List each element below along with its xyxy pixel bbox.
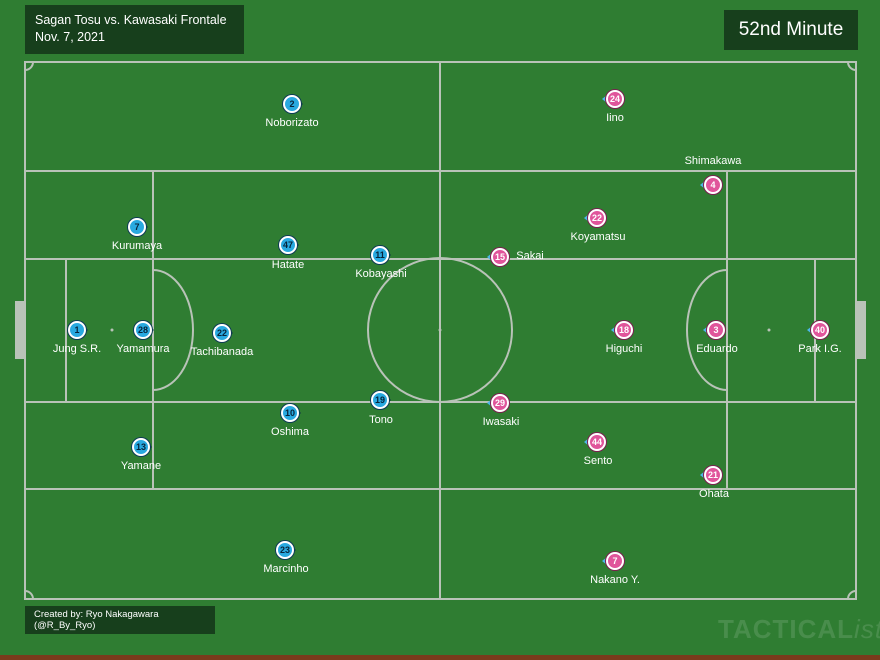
away-player-name: Shimakawa xyxy=(684,155,742,167)
bottom-strip xyxy=(0,655,880,660)
credit-box: Created by: Ryo Nakagawara (@R_By_Ryo) xyxy=(25,606,215,634)
home-player-number: 19 xyxy=(371,391,389,409)
home-player-name: Jung S.R. xyxy=(52,343,102,355)
home-player-number: 23 xyxy=(276,541,294,559)
match-minute-badge: 52nd Minute xyxy=(724,10,858,50)
away-player-number: 24 xyxy=(606,90,624,108)
home-player-number: 47 xyxy=(279,236,297,254)
home-player-name: Oshima xyxy=(271,426,309,438)
away-player-name: Higuchi xyxy=(605,343,643,355)
home-player-name: Kobayashi xyxy=(355,268,407,280)
home-player-number: 7 xyxy=(128,218,146,236)
home-player-name: Marcinho xyxy=(263,563,309,575)
home-player-name: Noborizato xyxy=(265,117,319,129)
away-player-number: 3 xyxy=(707,321,725,339)
home-player-number: 1 xyxy=(68,321,86,339)
home-player-name: Yamamura xyxy=(116,343,170,355)
football-pitch xyxy=(15,61,866,600)
home-player-number: 28 xyxy=(134,321,152,339)
home-player-name: Yamane xyxy=(120,460,162,472)
away-player-name: Koyamatsu xyxy=(570,231,626,243)
away-player-name: Iino xyxy=(606,112,624,124)
away-player-name: Ohata xyxy=(699,488,729,500)
watermark-italic: ista xyxy=(854,614,880,644)
tacticalista-watermark: TACTICALista xyxy=(718,614,880,645)
away-player-name: Eduardo xyxy=(696,343,738,355)
away-player-number: 44 xyxy=(588,433,606,451)
home-player-name: Tachibanada xyxy=(190,346,254,358)
away-player-number: 4 xyxy=(704,176,722,194)
home-player-name: Kurumaya xyxy=(111,240,163,252)
match-info-box: Sagan Tosu vs. Kawasaki Frontale Nov. 7,… xyxy=(25,5,244,54)
home-player-number: 2 xyxy=(283,95,301,113)
away-player-number: 21 xyxy=(704,466,722,484)
watermark-text: TACTICAL xyxy=(718,614,855,644)
match-date: Nov. 7, 2021 xyxy=(35,30,105,44)
away-player-number: 40 xyxy=(811,321,829,339)
away-player-number: 15 xyxy=(491,248,509,266)
left-goal xyxy=(15,301,25,359)
home-player-number: 13 xyxy=(132,438,150,456)
away-player-name: Sakai xyxy=(516,250,544,262)
home-player-number: 22 xyxy=(213,324,231,342)
away-player-name: Sento xyxy=(583,455,613,467)
away-player-number: 22 xyxy=(588,209,606,227)
away-player-name: Iwasaki xyxy=(482,416,520,428)
away-player-number: 29 xyxy=(491,394,509,412)
away-player-name: Nakano Y. xyxy=(590,574,640,586)
home-player-name: Hatate xyxy=(271,259,305,271)
home-player-number: 10 xyxy=(281,404,299,422)
match-title: Sagan Tosu vs. Kawasaki Frontale xyxy=(35,13,227,27)
home-player-name: Tono xyxy=(369,414,393,426)
away-player-number: 7 xyxy=(606,552,624,570)
away-player-name: Park I.G. xyxy=(798,343,842,355)
away-player-number: 18 xyxy=(615,321,633,339)
right-goal xyxy=(856,301,866,359)
home-player-number: 11 xyxy=(371,246,389,264)
